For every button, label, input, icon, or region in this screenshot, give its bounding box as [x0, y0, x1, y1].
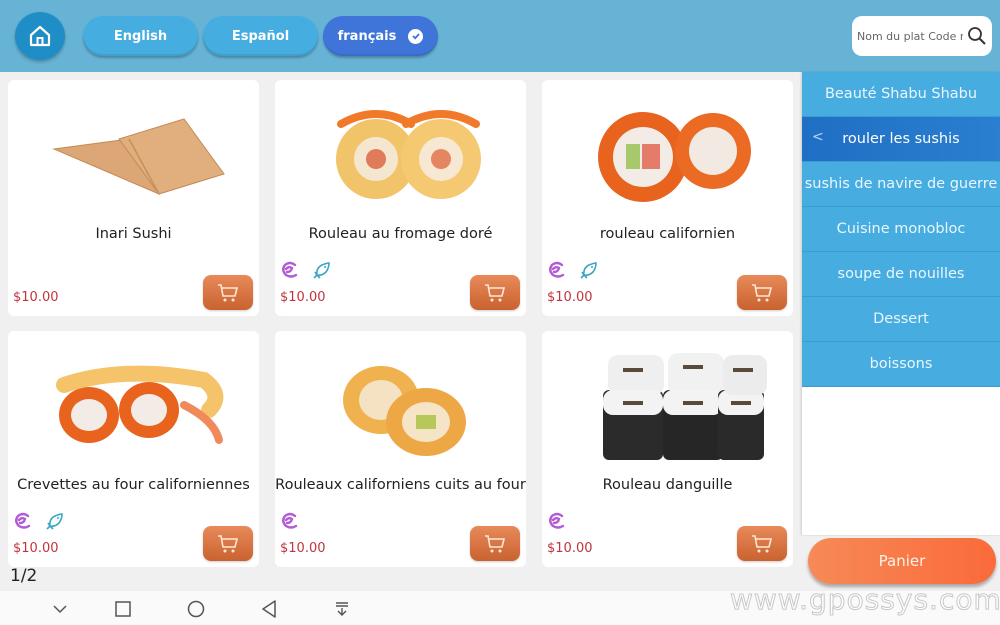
category-label: rouler les sushis: [842, 131, 960, 147]
add-to-cart-button[interactable]: [203, 526, 253, 561]
category-item[interactable]: Beauté Shabu Shabu: [802, 72, 1000, 117]
fish-icon: [579, 260, 599, 284]
product-name: Rouleaux californiens cuits au four: [275, 477, 526, 493]
notification-pull-icon[interactable]: [330, 597, 354, 621]
category-label: sushis de navire de guerre: [804, 176, 998, 192]
tag-list: [280, 511, 300, 535]
product-card[interactable]: Rouleau au fromage doré $10.00: [275, 80, 526, 316]
shrimp-icon: [13, 511, 33, 535]
lang-francais-button[interactable]: français: [323, 16, 438, 56]
cheese-roll-image: [295, 86, 506, 221]
fish-icon: [312, 260, 332, 284]
category-label: boissons: [869, 356, 933, 372]
home-circle-icon[interactable]: [184, 597, 208, 621]
cart-icon: [218, 534, 239, 552]
eel-roll-image: [562, 337, 773, 472]
lang-label: English: [113, 28, 168, 44]
product-card[interactable]: rouleau californien $10.00: [542, 80, 793, 316]
chevron-left-icon[interactable]: <: [812, 129, 824, 145]
category-item-active[interactable]: < rouler les sushis: [802, 117, 1000, 162]
baked-california-roll-image: [295, 337, 506, 472]
product-name: Inari Sushi: [95, 226, 172, 242]
shrimp-icon: [280, 511, 300, 535]
shrimp-icon: [547, 260, 567, 284]
tag-list: [280, 260, 332, 284]
page-indicator: 1/2: [10, 566, 38, 586]
product-card[interactable]: Rouleau danguille $10.00: [542, 331, 793, 567]
chevron-down-icon[interactable]: [48, 597, 72, 621]
home-button[interactable]: [15, 12, 65, 60]
product-card[interactable]: Crevettes au four californiennes $10.00: [8, 331, 259, 567]
california-roll-image: [562, 86, 773, 221]
add-to-cart-button[interactable]: [203, 275, 253, 310]
category-sidebar: Beauté Shabu Shabu < rouler les sushis s…: [802, 72, 1000, 535]
cart-button[interactable]: Panier: [808, 538, 996, 584]
category-label: Dessert: [873, 311, 929, 327]
cart-icon: [752, 283, 773, 301]
fish-icon: [45, 511, 65, 535]
baked-shrimp-roll-image: [28, 337, 239, 472]
search-input[interactable]: [857, 29, 963, 43]
search-icon[interactable]: [967, 26, 987, 46]
category-item[interactable]: boissons: [802, 342, 1000, 387]
shrimp-icon: [280, 260, 300, 284]
tag-list: [547, 511, 567, 535]
category-label: soupe de nouilles: [837, 266, 965, 282]
lang-label: Español: [231, 28, 290, 44]
add-to-cart-button[interactable]: [737, 275, 787, 310]
back-icon[interactable]: [257, 597, 281, 621]
cart-icon: [485, 283, 506, 301]
add-to-cart-button[interactable]: [470, 526, 520, 561]
category-item[interactable]: Cuisine monobloc: [802, 207, 1000, 252]
product-name: rouleau californien: [599, 226, 736, 242]
product-price: $10.00: [547, 541, 593, 556]
product-price: $10.00: [13, 541, 59, 556]
product-name: Rouleau danguille: [602, 477, 733, 493]
product-grid: Inari Sushi $10.00 Rouleau au fromage do…: [8, 80, 794, 567]
header-bar: English Español français: [0, 0, 1000, 72]
category-label: Cuisine monobloc: [836, 221, 966, 237]
search-box: [852, 16, 992, 56]
category-label: Beauté Shabu Shabu: [824, 86, 978, 102]
cart-label: Panier: [878, 552, 926, 570]
add-to-cart-button[interactable]: [737, 526, 787, 561]
category-item[interactable]: sushis de navire de guerre: [802, 162, 1000, 207]
product-price: $10.00: [13, 290, 59, 305]
category-item[interactable]: Dessert: [802, 297, 1000, 342]
product-card[interactable]: Inari Sushi $10.00: [8, 80, 259, 316]
shrimp-icon: [547, 511, 567, 535]
category-item[interactable]: soupe de nouilles: [802, 252, 1000, 297]
product-price: $10.00: [280, 541, 326, 556]
inari-sushi-image: [28, 86, 239, 221]
check-icon: [408, 28, 424, 44]
lang-espanol-button[interactable]: Español: [203, 16, 318, 56]
product-price: $10.00: [547, 290, 593, 305]
lang-label: français: [337, 28, 397, 44]
product-name: Crevettes au four californiennes: [17, 477, 250, 493]
cart-icon: [752, 534, 773, 552]
cart-icon: [218, 283, 239, 301]
tag-list: [547, 260, 599, 284]
product-price: $10.00: [280, 290, 326, 305]
lang-english-button[interactable]: English: [83, 16, 198, 56]
recent-apps-icon[interactable]: [111, 597, 135, 621]
watermark-text: www.gpossys.com: [730, 583, 1000, 617]
product-card[interactable]: Rouleaux californiens cuits au four $10.…: [275, 331, 526, 567]
tag-list: [13, 511, 65, 535]
product-name: Rouleau au fromage doré: [308, 226, 493, 242]
cart-icon: [485, 534, 506, 552]
home-icon: [29, 25, 51, 47]
add-to-cart-button[interactable]: [470, 275, 520, 310]
